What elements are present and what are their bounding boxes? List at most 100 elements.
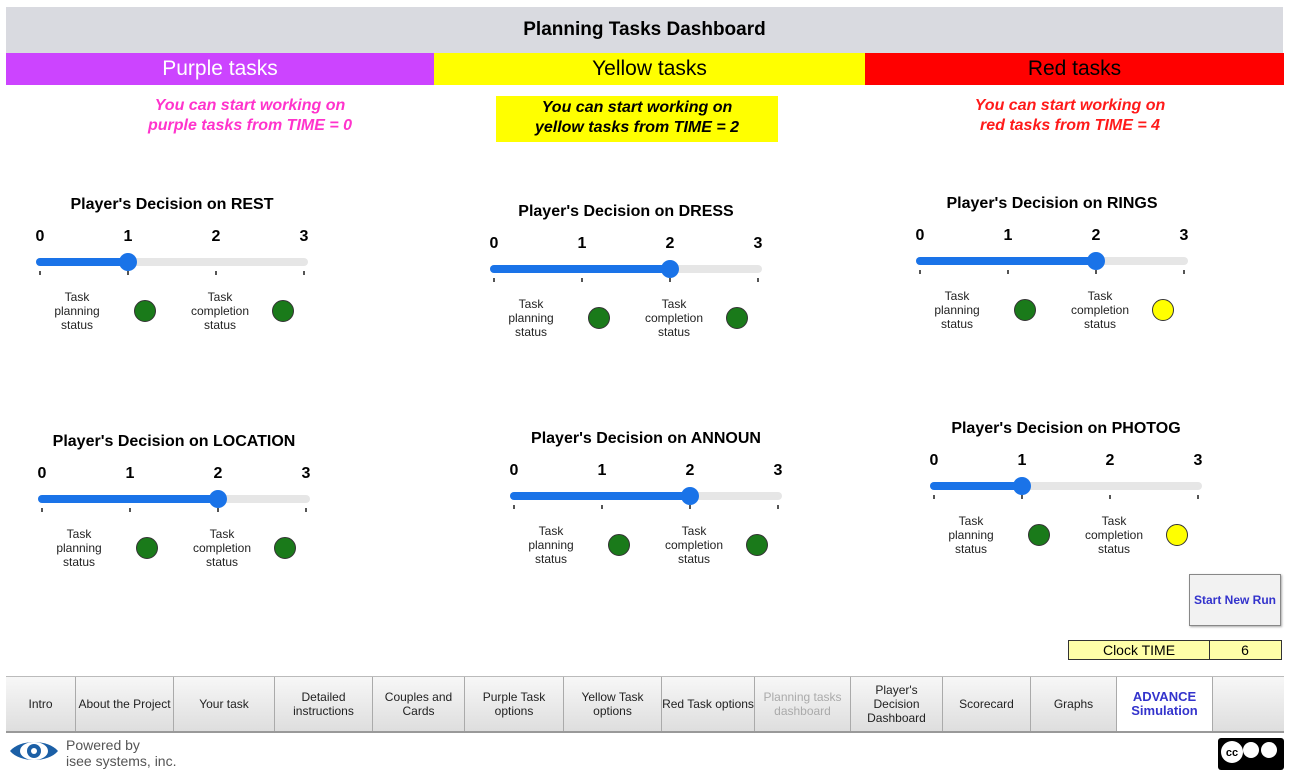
completion-status-indicator — [274, 537, 296, 559]
slider-thumb[interactable] — [1013, 477, 1031, 495]
slider-fill — [38, 495, 218, 503]
nav-tab-player-s-decision-dashboard[interactable]: Player's Decision Dashboard — [851, 677, 943, 731]
slider-tick-mark — [1021, 495, 1023, 499]
slider-tick-mark — [1095, 270, 1097, 274]
decision-slider[interactable] — [38, 490, 310, 508]
nav-tab-detailed-instructions[interactable]: Detailed instructions — [275, 677, 373, 731]
slider-thumb[interactable] — [119, 253, 137, 271]
completion-status-indicator — [1152, 299, 1174, 321]
start-new-run-button[interactable]: Start New Run — [1189, 574, 1281, 626]
slider-tick-label: 0 — [489, 235, 499, 252]
decision-panel: Player's Decision on LOCATION 0 1 2 3 Task pl… — [38, 433, 338, 613]
slider-tick-mark — [689, 505, 691, 509]
clock-value: 6 — [1241, 642, 1249, 658]
task-completion-status-label: Task completion status — [1084, 514, 1144, 556]
slider-fill — [490, 265, 670, 273]
decision-panel: Player's Decision on RINGS 0 1 2 3 Task plann… — [916, 195, 1216, 375]
nav-tab-yellow-task-options[interactable]: Yellow Task options — [564, 677, 662, 731]
slider-tick-mark — [919, 270, 921, 274]
slider-thumb[interactable] — [681, 487, 699, 505]
task-completion-status-label: Task completion status — [644, 297, 704, 339]
slider-tick-label: 3 — [1179, 227, 1189, 244]
task-planning-status-label: Task planning status — [934, 289, 980, 331]
completion-status-indicator — [1166, 524, 1188, 546]
planning-status-indicator — [134, 300, 156, 322]
decision-title: Player's Decision on LOCATION — [52, 433, 296, 450]
slider-thumb[interactable] — [1087, 252, 1105, 270]
slider-tick-label: 3 — [773, 462, 783, 479]
nav-tab-advance-simulation[interactable]: ADVANCE Simulation — [1117, 677, 1213, 731]
decision-slider[interactable] — [510, 487, 782, 505]
slider-tick-mark — [933, 495, 935, 499]
decision-title: Player's Decision on PHOTOG — [951, 420, 1181, 437]
decision-slider[interactable] — [36, 253, 308, 271]
task-planning-status-label: Task planning status — [948, 514, 994, 556]
nav-tab-graphs[interactable]: Graphs — [1031, 677, 1117, 731]
slider-fill — [510, 492, 690, 500]
powered-by-text: Powered by isee systems, inc. — [66, 737, 177, 769]
nav-tab-red-task-options[interactable]: Red Task options — [662, 677, 755, 731]
slider-tick-label: 1 — [1017, 452, 1027, 469]
dashboard-title: Planning Tasks Dashboard — [6, 7, 1283, 53]
decision-panel: Player's Decision on DRESS 0 1 2 3 Task plann… — [490, 203, 790, 383]
slider-tick-label: 3 — [299, 228, 309, 245]
start-time-note-yellow: You can start working on yellow tasks fr… — [496, 96, 778, 142]
nav-tab-planning-tasks-dashboard[interactable]: Planning tasks dashboard — [755, 677, 851, 731]
slider-fill — [36, 258, 128, 266]
slider-tick-mark — [217, 508, 219, 512]
decision-panel: Player's Decision on PHOTOG 0 1 2 3 Task plan… — [930, 420, 1230, 600]
slider-tick-mark — [1197, 495, 1199, 499]
slider-tick-mark — [513, 505, 515, 509]
start-time-note-red: You can start working on red tasks from … — [974, 97, 1166, 134]
slider-tick-label: 2 — [1105, 452, 1115, 469]
start-time-note-purple: You can start working on purple tasks fr… — [147, 97, 353, 134]
slider-tick-label: 2 — [211, 228, 221, 245]
nav-tab-couples-and-cards[interactable]: Couples and Cards — [373, 677, 465, 731]
completion-status-indicator — [726, 307, 748, 329]
decision-slider[interactable] — [930, 477, 1202, 495]
slider-thumb[interactable] — [661, 260, 679, 278]
decision-title: Player's Decision on DRESS — [518, 203, 734, 220]
slider-tick-label: 2 — [665, 235, 675, 252]
slider-thumb[interactable] — [209, 490, 227, 508]
slider-tick-label: 1 — [577, 235, 587, 252]
slider-tick-mark — [305, 508, 307, 512]
slider-tick-mark — [581, 278, 583, 282]
slider-tick-label: 0 — [915, 227, 925, 244]
navigation-bar: Intro About the Project Your task Detailed … — [6, 676, 1284, 733]
slider-tick-label: 3 — [753, 235, 763, 252]
slider-tick-mark — [601, 505, 603, 509]
creative-commons-by-nc-nd-icon: cc — [1218, 738, 1284, 770]
isee-eye-logo-icon — [10, 742, 58, 760]
slider-tick-label: 0 — [509, 462, 519, 479]
slider-tick-mark — [1109, 495, 1111, 499]
decision-slider[interactable] — [490, 260, 762, 278]
task-planning-status-label: Task planning status — [54, 290, 100, 332]
svg-text:cc: cc — [1226, 747, 1238, 759]
nav-tab-your-task[interactable]: Your task — [174, 677, 275, 731]
slider-tick-mark — [127, 271, 129, 275]
clock-label: Clock TIME — [1069, 641, 1210, 659]
decision-slider[interactable] — [916, 252, 1188, 270]
task-planning-status-label: Task planning status — [56, 527, 102, 569]
slider-tick-label: 1 — [597, 462, 607, 479]
decision-title: Player's Decision on REST — [70, 196, 274, 213]
nav-tab-purple-task-options[interactable]: Purple Task options — [465, 677, 564, 731]
decision-panel: Player's Decision on REST 0 1 2 3 Task planni… — [36, 196, 336, 376]
slider-tick-mark — [757, 278, 759, 282]
task-planning-status-label: Task planning status — [528, 524, 574, 566]
completion-status-indicator — [746, 534, 768, 556]
task-completion-status-label: Task completion status — [664, 524, 724, 566]
slider-tick-label: 2 — [685, 462, 695, 479]
slider-tick-mark — [1183, 270, 1185, 274]
planning-status-indicator — [136, 537, 158, 559]
task-planning-status-label: Task planning status — [508, 297, 554, 339]
nav-tab-intro[interactable]: Intro — [6, 677, 76, 731]
task-completion-status-label: Task completion status — [1070, 289, 1130, 331]
nav-tab-scorecard[interactable]: Scorecard — [943, 677, 1031, 731]
nav-tab-about-the-project[interactable]: About the Project — [76, 677, 174, 731]
slider-tick-mark — [1007, 270, 1009, 274]
slider-tick-mark — [41, 508, 43, 512]
slider-tick-label: 1 — [1003, 227, 1013, 244]
clock-display: Clock TIME 6 — [1068, 640, 1282, 660]
